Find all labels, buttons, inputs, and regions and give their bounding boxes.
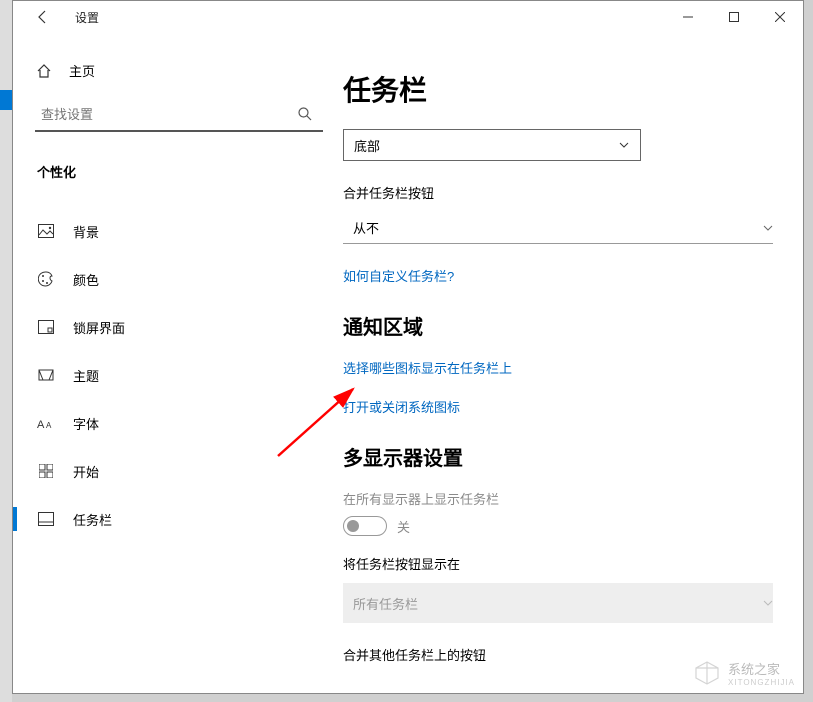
watermark-text: 系统之家 bbox=[728, 659, 795, 678]
start-icon bbox=[35, 464, 57, 478]
svg-text:A: A bbox=[37, 419, 45, 430]
home-link[interactable]: 主页 bbox=[35, 61, 343, 80]
watermark-subtext: XITONGZHIJIA bbox=[728, 678, 795, 687]
sidebar-item-background[interactable]: 背景 bbox=[35, 207, 343, 255]
palette-icon bbox=[35, 271, 57, 287]
chevron-down-icon bbox=[763, 598, 773, 608]
sidebar-item-label: 任务栏 bbox=[73, 510, 112, 529]
show-all-monitors-label: 在所有显示器上显示任务栏 bbox=[343, 489, 779, 508]
sidebar-item-label: 背景 bbox=[73, 222, 99, 241]
window-title: 设置 bbox=[75, 9, 99, 26]
show-all-monitors-toggle[interactable] bbox=[343, 516, 387, 536]
sidebar-item-label: 开始 bbox=[73, 462, 99, 481]
watermark: 系统之家 XITONGZHIJIA bbox=[692, 659, 795, 687]
titlebar: 设置 bbox=[13, 1, 803, 33]
search-icon bbox=[297, 106, 313, 122]
page-title: 任务栏 bbox=[343, 69, 779, 109]
chevron-down-icon bbox=[763, 223, 773, 233]
minimize-button[interactable] bbox=[665, 1, 711, 33]
sidebar: 主页 个性化 背景 bbox=[13, 33, 343, 693]
search-input[interactable] bbox=[35, 98, 323, 132]
lockscreen-icon bbox=[35, 320, 57, 334]
sidebar-item-label: 主题 bbox=[73, 366, 99, 385]
settings-window: 设置 主页 bbox=[12, 0, 804, 694]
dropdown-value: 从不 bbox=[353, 218, 379, 237]
taskbar-icon bbox=[35, 512, 57, 526]
content-area: 任务栏 底部 合并任务栏按钮 从不 如何自定义任务栏? 通知区域 选择哪些图标显… bbox=[343, 33, 803, 693]
sidebar-item-taskbar[interactable]: 任务栏 bbox=[35, 495, 343, 543]
home-label: 主页 bbox=[69, 61, 95, 80]
sidebar-item-label: 字体 bbox=[73, 414, 99, 433]
combine-label: 合并任务栏按钮 bbox=[343, 183, 779, 202]
font-icon: AA bbox=[35, 416, 57, 430]
home-icon bbox=[35, 63, 53, 79]
toggle-state: 关 bbox=[397, 517, 410, 536]
sidebar-item-colors[interactable]: 颜色 bbox=[35, 255, 343, 303]
theme-icon bbox=[35, 367, 57, 383]
chevron-down-icon bbox=[618, 139, 630, 151]
sidebar-item-label: 颜色 bbox=[73, 270, 99, 289]
notification-section-header: 通知区域 bbox=[343, 311, 779, 340]
back-button[interactable] bbox=[31, 5, 55, 29]
maximize-button[interactable] bbox=[711, 1, 757, 33]
show-buttons-label: 将任务栏按钮显示在 bbox=[343, 554, 779, 573]
close-button[interactable] bbox=[757, 1, 803, 33]
combine-dropdown[interactable]: 从不 bbox=[343, 212, 773, 244]
window-controls bbox=[665, 1, 803, 33]
show-buttons-dropdown: 所有任务栏 bbox=[343, 583, 773, 623]
sidebar-item-start[interactable]: 开始 bbox=[35, 447, 343, 495]
svg-text:A: A bbox=[46, 421, 52, 430]
picture-icon bbox=[35, 224, 57, 238]
sidebar-item-label: 锁屏界面 bbox=[73, 318, 125, 337]
customize-link[interactable]: 如何自定义任务栏? bbox=[343, 266, 779, 285]
position-dropdown[interactable]: 底部 bbox=[343, 129, 641, 161]
sidebar-item-themes[interactable]: 主题 bbox=[35, 351, 343, 399]
system-icons-link[interactable]: 打开或关闭系统图标 bbox=[343, 397, 779, 416]
sidebar-item-fonts[interactable]: AA 字体 bbox=[35, 399, 343, 447]
select-icons-link[interactable]: 选择哪些图标显示在任务栏上 bbox=[343, 358, 779, 377]
watermark-logo-icon bbox=[692, 660, 722, 686]
category-header: 个性化 bbox=[35, 162, 343, 181]
dropdown-value: 底部 bbox=[354, 136, 380, 155]
sidebar-item-lockscreen[interactable]: 锁屏界面 bbox=[35, 303, 343, 351]
multimonitor-section-header: 多显示器设置 bbox=[343, 442, 779, 471]
dropdown-value: 所有任务栏 bbox=[353, 594, 418, 613]
